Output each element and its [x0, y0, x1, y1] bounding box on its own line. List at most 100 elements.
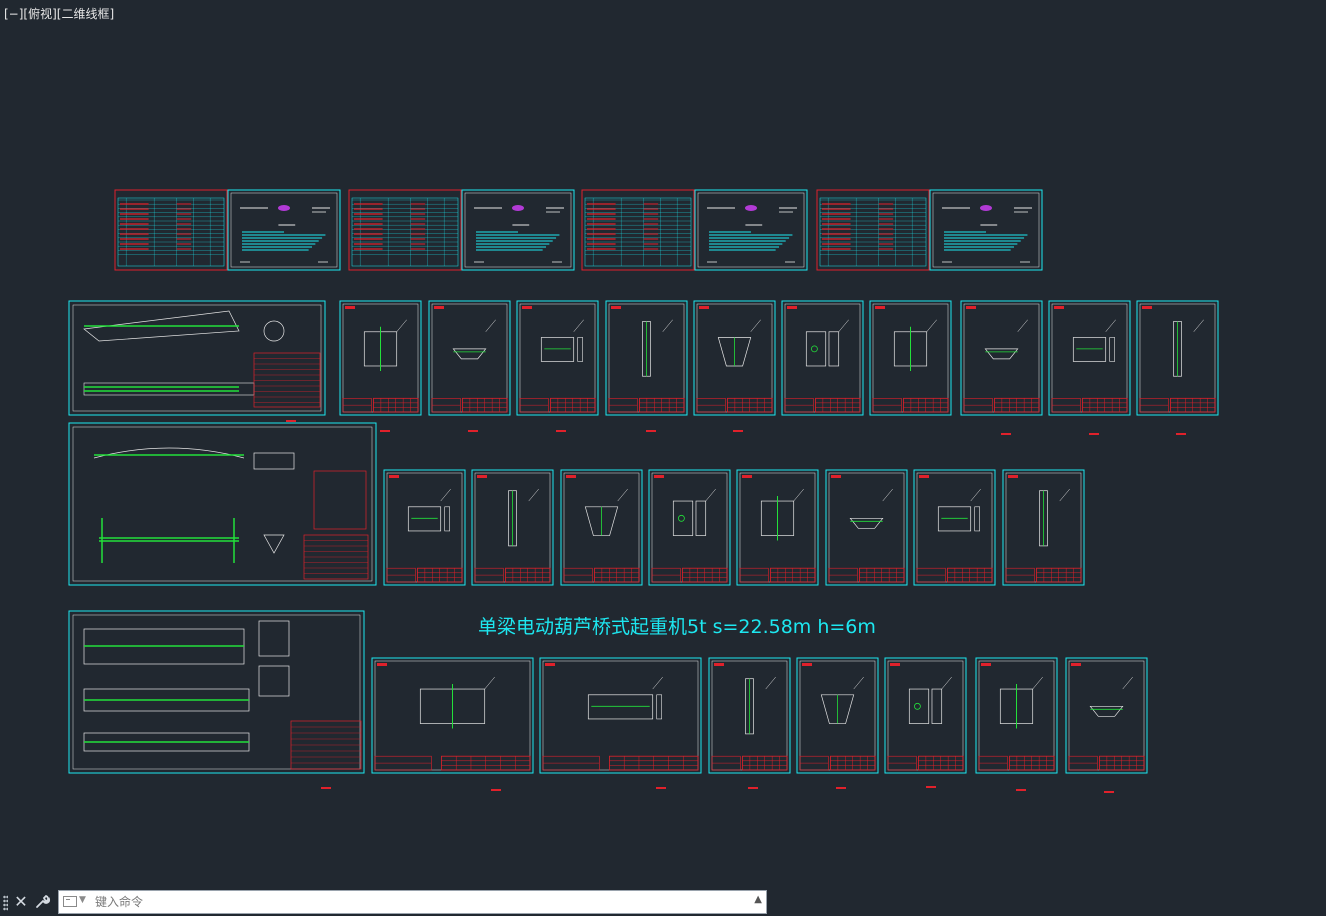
- sheet-caption-mark: [656, 787, 666, 789]
- table-frame: [819, 197, 927, 267]
- chevron-up-icon[interactable]: ▲: [754, 894, 762, 905]
- cad-line: [838, 319, 849, 332]
- parts-list-table: [253, 352, 321, 408]
- assembly-sheet: [68, 422, 377, 586]
- assembly-sheet: [68, 610, 365, 774]
- sheet-corner-tag: [890, 663, 900, 666]
- sheet-caption-mark: [468, 430, 478, 432]
- sheet-inner-frame: [230, 192, 338, 268]
- cad-line: [853, 676, 864, 690]
- sheet-caption-mark: [380, 430, 390, 432]
- cad-line: [617, 488, 628, 502]
- cad-line: [573, 319, 584, 332]
- drawing-sheet: [539, 657, 702, 774]
- sheet-inner-frame: [932, 192, 1040, 268]
- sheet-corner-tag: [919, 475, 929, 478]
- cad-line: [396, 319, 407, 332]
- cad-line: [1032, 676, 1043, 690]
- sheet-inner-frame: [963, 303, 1040, 413]
- sheet-corner-tag: [714, 663, 724, 666]
- part-outline: [805, 331, 827, 367]
- part-outline: [452, 348, 487, 360]
- cad-line: [528, 488, 539, 502]
- cad-line: [484, 676, 495, 690]
- drawing-sheet: [781, 300, 864, 416]
- cad-line: [765, 676, 776, 690]
- section-view: [258, 665, 290, 697]
- section-view: [258, 620, 290, 657]
- chevron-down-icon[interactable]: ▼: [79, 895, 86, 905]
- cad-line: [1017, 319, 1028, 332]
- sheet-corner-tag: [611, 306, 621, 309]
- trolley-view: [253, 452, 295, 470]
- sheet-inner-frame: [519, 303, 596, 413]
- notes-sheet: [461, 189, 575, 271]
- sheet-corner-tag: [802, 663, 812, 666]
- sheet-caption-mark: [491, 789, 501, 791]
- drawing-sheet: [1048, 300, 1131, 416]
- sheet-caption-mark: [286, 420, 296, 422]
- part-outline: [1072, 337, 1107, 362]
- cad-line: [941, 676, 952, 690]
- part-outline: [849, 517, 884, 529]
- drawing-sheet: [648, 469, 731, 586]
- sheet-inner-frame: [542, 660, 699, 771]
- drawing-sheet: [960, 300, 1043, 416]
- sheet-caption-mark: [836, 787, 846, 789]
- table-frame: [117, 197, 225, 267]
- logo-mark: [980, 205, 992, 211]
- sheet-corner-tag: [377, 663, 387, 666]
- part-side-view: [695, 500, 707, 536]
- command-prompt-icon[interactable]: [63, 896, 77, 907]
- sheet-corner-tag: [699, 306, 709, 309]
- part-outline: [587, 694, 654, 720]
- sheet-inner-frame: [697, 192, 805, 268]
- notes-sheet: [929, 189, 1043, 271]
- drawing-sheet: [383, 469, 466, 586]
- drawing-canvas[interactable]: [0, 0, 1326, 890]
- close-icon[interactable]: ✕: [12, 893, 30, 911]
- sheet-caption-mark: [926, 786, 936, 788]
- drag-grip-icon[interactable]: [3, 895, 8, 911]
- sheet-corner-tag: [522, 306, 532, 309]
- part-side-view: [656, 694, 663, 720]
- cad-line: [1105, 319, 1116, 332]
- cad-line: [750, 319, 761, 332]
- cad-line: [1193, 319, 1204, 332]
- notes-sheet: [227, 189, 341, 271]
- cad-line: [1059, 488, 1070, 502]
- sheet-inner-frame: [72, 614, 361, 770]
- part-side-view: [931, 688, 943, 724]
- girder-plan: [83, 382, 255, 396]
- part-side-view: [577, 337, 584, 362]
- cad-line: [882, 488, 893, 502]
- sheet-corner-tag: [545, 663, 555, 666]
- sheet-caption-mark: [733, 430, 743, 432]
- sheet-corner-tag: [981, 663, 991, 666]
- sheet-caption-mark: [1104, 791, 1114, 793]
- notes-table: [313, 470, 367, 530]
- sheet-corner-tag: [742, 475, 752, 478]
- sheet-caption-mark: [748, 787, 758, 789]
- sheet-corner-tag: [654, 475, 664, 478]
- part-outline: [908, 688, 930, 724]
- sheet-inner-frame: [464, 192, 572, 268]
- sheet-inner-frame: [784, 303, 861, 413]
- command-input[interactable]: [95, 893, 745, 911]
- wrench-icon[interactable]: [34, 893, 52, 911]
- cad-line: [705, 488, 716, 502]
- drawing-sheet: [913, 469, 996, 586]
- sheet-caption-mark: [1176, 433, 1186, 435]
- cad-line: [652, 676, 663, 690]
- cad-line: [793, 488, 804, 502]
- sheet-corner-tag: [787, 306, 797, 309]
- table-frame: [351, 197, 459, 267]
- part-outline: [672, 500, 694, 536]
- hole-mark: [678, 514, 685, 522]
- section-view: [263, 320, 285, 342]
- sheet-corner-tag: [434, 306, 444, 309]
- sheet-corner-tag: [1142, 306, 1152, 309]
- cad-line: [440, 488, 451, 502]
- sheet-corner-tag: [831, 475, 841, 478]
- command-input-box[interactable]: ▼ ▲: [58, 890, 767, 914]
